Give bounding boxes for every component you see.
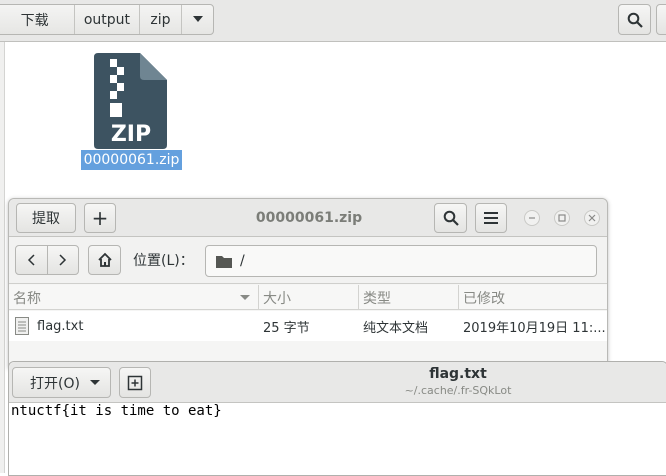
search-icon (627, 12, 643, 28)
sort-down-icon (240, 295, 250, 300)
column-label: 大小 (263, 290, 291, 307)
editor-text-area[interactable]: ntuctf{it is time to eat} (11, 403, 222, 419)
open-button[interactable]: 打开(O) (12, 367, 111, 398)
column-label: 已修改 (463, 290, 505, 307)
breadcrumb-item-downloads[interactable]: 下载 (0, 5, 74, 34)
folder-icon (216, 255, 232, 268)
file-size-cell: 25 字节 (263, 320, 310, 336)
document-path: ~/.cache/.fr-SQkLot (404, 384, 512, 397)
hamburger-icon (484, 212, 498, 224)
file-modified-cell: 2019年10月19日 11:... (463, 320, 606, 336)
triangle-down-icon (192, 16, 203, 22)
menu-button[interactable] (475, 203, 507, 233)
column-header-modified[interactable]: 已修改 (459, 285, 607, 310)
column-label: 类型 (363, 290, 391, 307)
text-file-icon (15, 317, 29, 335)
column-header-row: 名称 大小 类型 已修改 (9, 285, 607, 310)
file-type-cell: 纯文本文档 (363, 320, 429, 336)
new-document-icon (127, 375, 143, 390)
location-field[interactable]: / (205, 245, 597, 277)
breadcrumb-item-zip[interactable]: zip (140, 5, 182, 34)
close-button[interactable] (584, 210, 600, 226)
archive-header-bar: 提取 + 00000061.zip (9, 199, 607, 237)
file-manager-header: 下载 output zip (0, 0, 666, 42)
location-path: / (240, 253, 245, 269)
chevron-right-icon (59, 254, 66, 266)
file-name: flag.txt (37, 318, 84, 334)
minimize-icon (529, 217, 535, 219)
zip-file-icon[interactable]: ZIP (94, 53, 168, 149)
path-dropdown-button[interactable] (182, 5, 213, 34)
home-button[interactable] (88, 245, 121, 275)
add-file-button[interactable]: + (84, 203, 116, 233)
table-row[interactable]: flag.txt 25 字节 纯文本文档 2019年10月19日 11:... (9, 311, 607, 341)
maximize-button[interactable] (554, 210, 570, 226)
column-header-type[interactable]: 类型 (359, 285, 459, 310)
location-label: 位置(L)： (133, 253, 194, 269)
search-button[interactable] (618, 4, 651, 35)
breadcrumb-label: zip (150, 11, 171, 28)
breadcrumb-label: 下载 (20, 12, 49, 29)
search-button[interactable] (434, 203, 467, 233)
document-title: flag.txt (429, 366, 487, 382)
new-document-button[interactable] (119, 367, 151, 398)
forward-button[interactable] (48, 246, 79, 274)
maximize-icon (558, 214, 566, 222)
back-button[interactable] (16, 246, 48, 274)
zip-icon-label: ZIP (110, 122, 152, 147)
window-title: 00000061.zip (255, 210, 363, 226)
text-editor-window: 打开(O) flag.txt ~/.cache/.fr-SQkLot ntuct… (8, 361, 666, 476)
home-icon (97, 252, 112, 267)
breadcrumb-label: output (83, 11, 131, 28)
search-icon (443, 210, 459, 226)
breadcrumb-item-output[interactable]: output (75, 5, 138, 34)
file-name-cell: flag.txt (15, 311, 259, 341)
triangle-down-icon (89, 379, 100, 385)
view-menu-button[interactable] (656, 4, 666, 35)
file-name-label[interactable]: 00000061.zip (81, 150, 182, 170)
nav-button-group (15, 245, 79, 275)
location-toolbar: 位置(L)： / (9, 237, 607, 284)
archive-manager-window: 提取 + 00000061.zip 位置(L)： / 名称 大小 类型 已修改 … (8, 198, 608, 368)
open-button-label: 打开(O) (30, 375, 80, 392)
chevron-left-icon (28, 254, 35, 266)
breadcrumb: 下载 output zip (0, 4, 214, 35)
sidebar-edge (0, 42, 5, 473)
column-header-size[interactable]: 大小 (259, 285, 359, 310)
minimize-button[interactable] (524, 210, 540, 226)
column-label: 名称 (13, 290, 41, 307)
column-header-name[interactable]: 名称 (9, 285, 259, 310)
close-icon (588, 214, 596, 222)
extract-button[interactable]: 提取 (16, 203, 76, 233)
editor-header-bar: 打开(O) flag.txt ~/.cache/.fr-SQkLot (9, 362, 666, 403)
